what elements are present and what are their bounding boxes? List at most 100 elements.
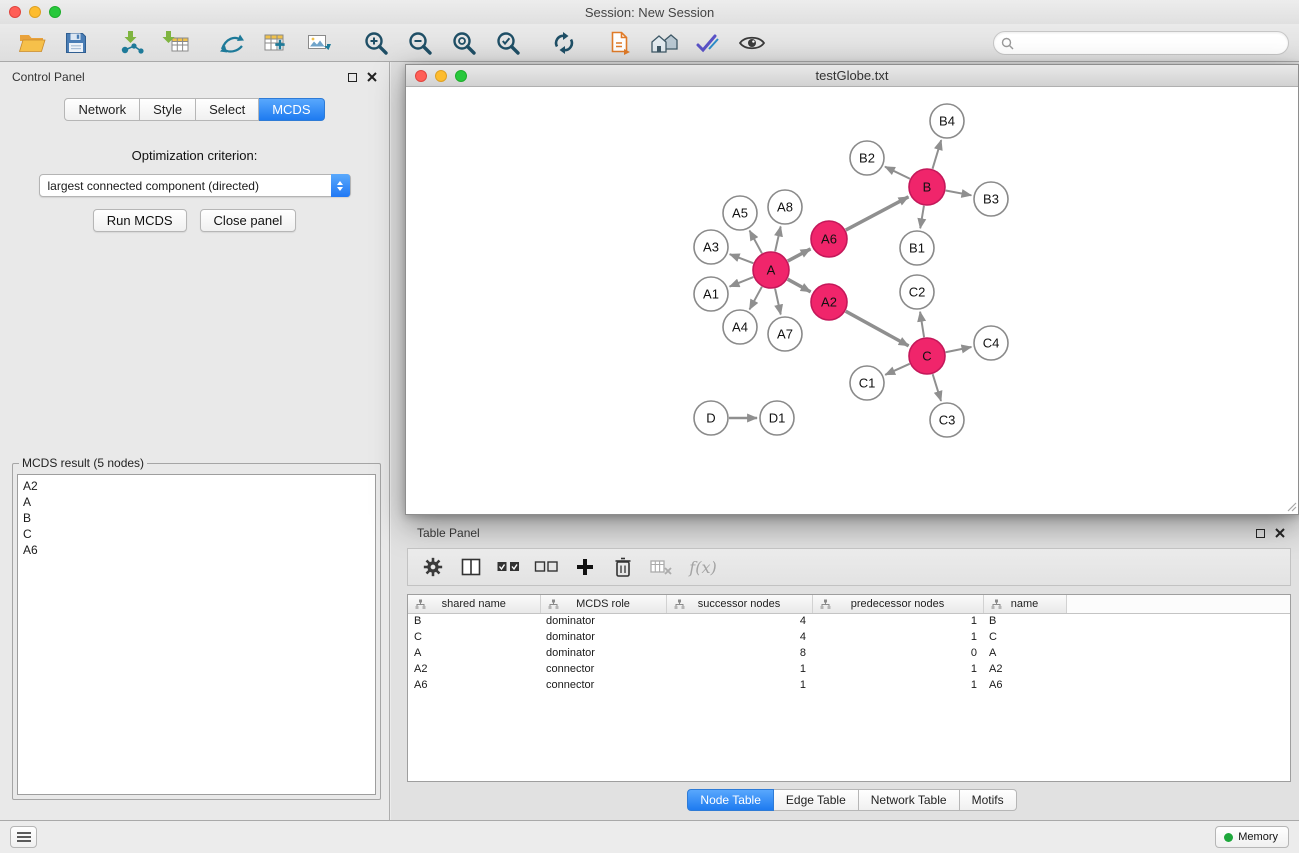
select-all-button[interactable] — [490, 551, 528, 583]
network-zoom-button[interactable] — [455, 70, 467, 82]
graph-node-C2[interactable]: C2 — [900, 275, 934, 309]
show-hide-button[interactable] — [734, 27, 770, 59]
network-close-button[interactable] — [415, 70, 427, 82]
graph-edge-C-C2[interactable] — [920, 312, 924, 337]
graph-edge-B-B4[interactable] — [933, 140, 942, 169]
tab-network-table[interactable]: Network Table — [859, 789, 960, 811]
graph-edge-A6-B[interactable] — [846, 197, 909, 230]
graph-edge-A-A4[interactable] — [750, 287, 762, 310]
mcds-result-item[interactable]: A6 — [23, 542, 370, 558]
graph-edge-C-C4[interactable] — [946, 347, 972, 352]
column-header-name[interactable]: name — [983, 595, 1066, 613]
open-session-button[interactable] — [14, 27, 50, 59]
show-columns-button[interactable] — [452, 551, 490, 583]
graph-node-C1[interactable]: C1 — [850, 366, 884, 400]
float-panel-button[interactable] — [348, 73, 357, 82]
graphics-details-button[interactable] — [690, 27, 726, 59]
graph-node-A6[interactable]: A6 — [811, 221, 847, 257]
network-canvas[interactable]: B4B2BB3A5A8A6B1A3AC2A1A2A4A7CC4C1C3DD1 — [406, 87, 1298, 513]
close-panel-button[interactable]: Close panel — [200, 209, 297, 232]
mcds-result-item[interactable]: B — [23, 510, 370, 526]
tab-edge-table[interactable]: Edge Table — [774, 789, 859, 811]
deselect-all-button[interactable] — [528, 551, 566, 583]
graph-edge-B-B2[interactable] — [885, 167, 910, 179]
add-row-button[interactable] — [566, 551, 604, 583]
minimize-window-button[interactable] — [29, 6, 41, 18]
graph-node-B3[interactable]: B3 — [974, 182, 1008, 216]
graph-edge-A-A5[interactable] — [750, 231, 762, 254]
graph-node-A5[interactable]: A5 — [723, 196, 757, 230]
graph-node-B2[interactable]: B2 — [850, 141, 884, 175]
graph-node-A8[interactable]: A8 — [768, 190, 802, 224]
new-network-button[interactable] — [214, 27, 250, 59]
mcds-result-item[interactable]: A2 — [23, 478, 370, 494]
column-header-predecessor-nodes[interactable]: predecessor nodes — [812, 595, 983, 613]
mcds-result-item[interactable]: A — [23, 494, 370, 510]
new-table-button[interactable] — [258, 27, 294, 59]
zoom-out-button[interactable] — [402, 27, 438, 59]
network-minimize-button[interactable] — [435, 70, 447, 82]
tab-select[interactable]: Select — [196, 98, 259, 121]
graph-node-C[interactable]: C — [909, 338, 945, 374]
tab-style[interactable]: Style — [140, 98, 196, 121]
mcds-result-item[interactable]: C — [23, 526, 370, 542]
table-close-icon[interactable] — [1275, 528, 1285, 538]
column-header-MCDS-role[interactable]: MCDS role — [540, 595, 666, 613]
resize-grip[interactable] — [1284, 499, 1297, 512]
table-settings-button[interactable] — [414, 551, 452, 583]
graph-edge-B-B1[interactable] — [920, 206, 924, 229]
duplicate-network-button[interactable] — [602, 27, 638, 59]
tab-mcds[interactable]: MCDS — [259, 98, 324, 121]
zoom-selected-button[interactable] — [490, 27, 526, 59]
search-input[interactable] — [993, 31, 1289, 55]
table-row[interactable]: Cdominator41C — [408, 629, 1290, 645]
table-row[interactable]: Adominator80A — [408, 645, 1290, 661]
delete-table-button[interactable] — [642, 551, 680, 583]
graph-edge-A-A7[interactable] — [775, 289, 781, 315]
table-row[interactable]: Bdominator41B — [408, 613, 1290, 629]
table-float-button[interactable] — [1256, 529, 1265, 538]
network-graph[interactable]: B4B2BB3A5A8A6B1A3AC2A1A2A4A7CC4C1C3DD1 — [406, 87, 1298, 513]
graph-edge-A-A8[interactable] — [775, 227, 781, 252]
graph-edge-A-A1[interactable] — [730, 277, 754, 287]
graph-edge-A-A3[interactable] — [730, 254, 754, 263]
save-session-button[interactable] — [58, 27, 94, 59]
task-history-button[interactable] — [10, 826, 37, 848]
fullscreen-window-button[interactable] — [49, 6, 61, 18]
refresh-button[interactable] — [546, 27, 582, 59]
graph-edge-C-C1[interactable] — [885, 364, 909, 375]
graph-node-A2[interactable]: A2 — [811, 284, 847, 320]
tab-motifs[interactable]: Motifs — [960, 789, 1017, 811]
column-header-shared-name[interactable]: shared name — [408, 595, 540, 613]
graph-edge-A-A6[interactable] — [788, 249, 811, 261]
tab-network[interactable]: Network — [64, 98, 140, 121]
mcds-result-list[interactable]: A2ABCA6 — [17, 474, 376, 795]
graph-node-B[interactable]: B — [909, 169, 945, 205]
graph-edge-C-C3[interactable] — [933, 374, 941, 401]
graph-node-B1[interactable]: B1 — [900, 231, 934, 265]
zoom-in-button[interactable] — [358, 27, 394, 59]
graph-node-D[interactable]: D — [694, 401, 728, 435]
import-table-button[interactable] — [158, 27, 194, 59]
graph-node-A1[interactable]: A1 — [694, 277, 728, 311]
close-window-button[interactable] — [9, 6, 21, 18]
close-panel-icon[interactable] — [367, 72, 377, 82]
run-mcds-button[interactable]: Run MCDS — [93, 209, 187, 232]
graph-node-B4[interactable]: B4 — [930, 104, 964, 138]
delete-row-button[interactable] — [604, 551, 642, 583]
graph-node-A4[interactable]: A4 — [723, 310, 757, 344]
import-network-button[interactable] — [114, 27, 150, 59]
graph-node-D1[interactable]: D1 — [760, 401, 794, 435]
graph-node-A3[interactable]: A3 — [694, 230, 728, 264]
column-header-successor-nodes[interactable]: successor nodes — [666, 595, 812, 613]
function-builder-button[interactable]: f(x) — [680, 551, 726, 583]
graph-node-C3[interactable]: C3 — [930, 403, 964, 437]
tab-node-table[interactable]: Node Table — [687, 789, 774, 811]
graph-edge-B-B3[interactable] — [946, 191, 972, 196]
graph-node-A7[interactable]: A7 — [768, 317, 802, 351]
table-row[interactable]: A6connector11A6 — [408, 677, 1290, 693]
zoom-fit-button[interactable] — [446, 27, 482, 59]
export-image-button[interactable] — [302, 27, 338, 59]
graph-node-C4[interactable]: C4 — [974, 326, 1008, 360]
graph-edge-A-A2[interactable] — [788, 279, 811, 292]
